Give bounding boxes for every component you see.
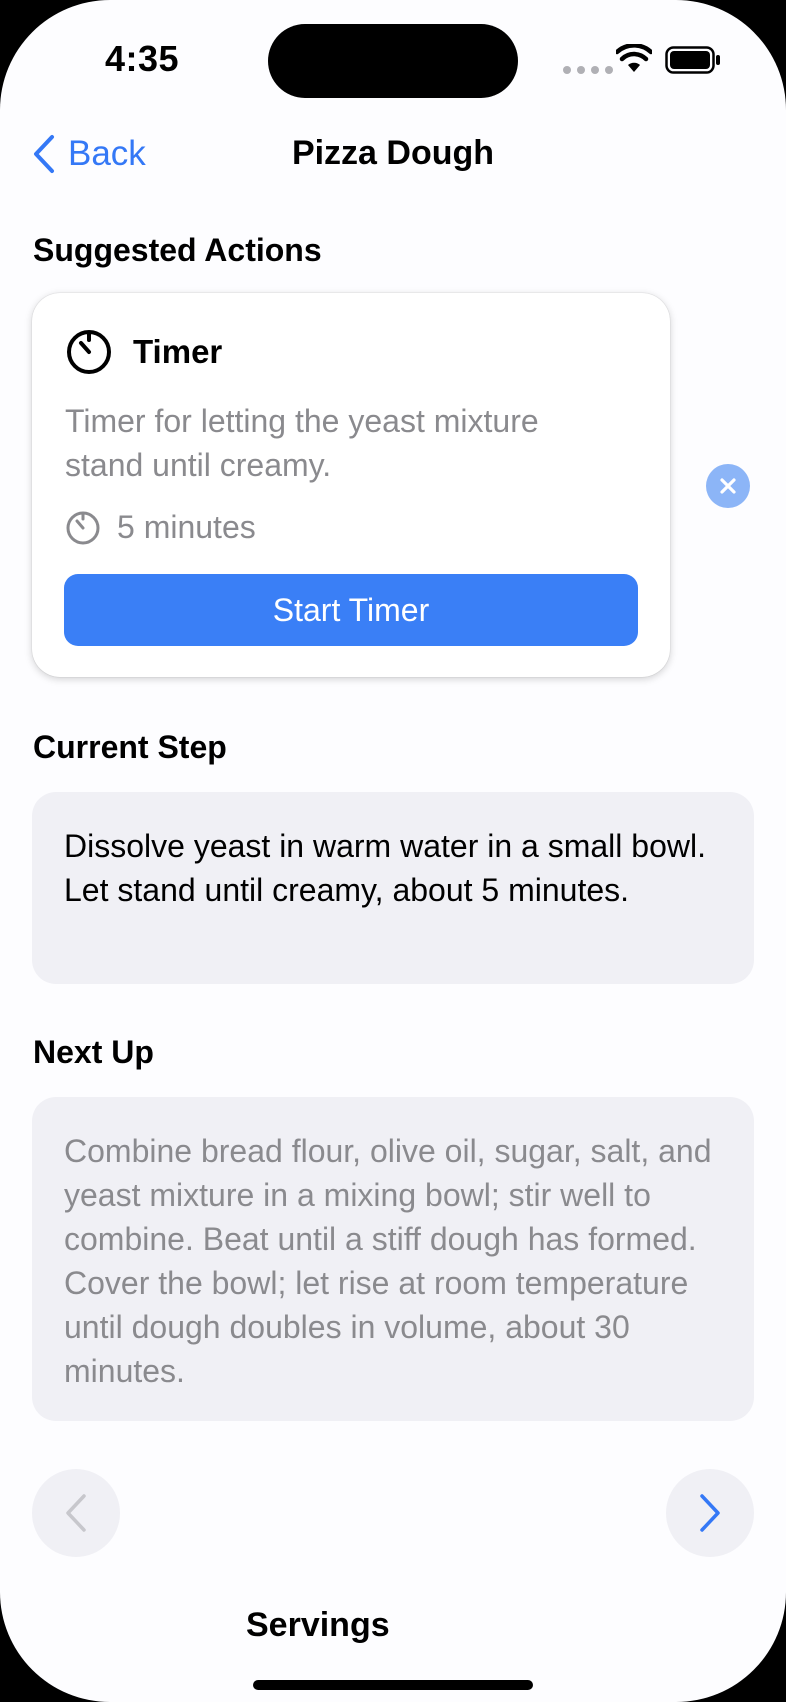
- timer-duration-label: 5 minutes: [117, 509, 256, 545]
- next-step-button[interactable]: [666, 1469, 754, 1557]
- timer-card-description: Timer for letting the yeast mixture stan…: [65, 403, 539, 483]
- timer-duration: 5 minutes: [65, 509, 256, 546]
- servings-heading: Servings: [246, 1606, 390, 1644]
- dynamic-island: [268, 24, 518, 98]
- dismiss-suggestion-button[interactable]: [706, 464, 750, 508]
- battery-icon: [665, 46, 720, 74]
- suggested-actions-heading: Suggested Actions: [33, 232, 322, 268]
- chevron-right-icon: [700, 1494, 720, 1532]
- home-indicator[interactable]: [253, 1680, 533, 1690]
- next-up-heading: Next Up: [33, 1034, 154, 1070]
- previous-step-button[interactable]: [32, 1469, 120, 1557]
- timer-card-title: Timer: [133, 333, 223, 370]
- chevron-left-icon: [66, 1494, 86, 1532]
- status-time: 4:35: [105, 38, 180, 79]
- wifi-icon: [616, 44, 652, 72]
- page-title: Pizza Dough: [291, 134, 495, 172]
- timer-suggestion-card: Timer Timer for letting the yeast mixtur…: [32, 293, 670, 677]
- current-step-text: Dissolve yeast in warm water in a small …: [32, 792, 754, 984]
- start-timer-button[interactable]: Start Timer: [64, 574, 638, 646]
- timer-small-icon: [66, 511, 100, 544]
- next-step-text: Combine bread flour, olive oil, sugar, s…: [32, 1097, 754, 1421]
- app-screen: 4:35 Back Pizza Dough Suggested Actions …: [0, 0, 786, 1702]
- current-step-heading: Current Step: [33, 729, 227, 765]
- close-icon: [720, 478, 736, 494]
- timer-icon: [67, 330, 111, 374]
- cellular-signal-icon: [563, 66, 613, 74]
